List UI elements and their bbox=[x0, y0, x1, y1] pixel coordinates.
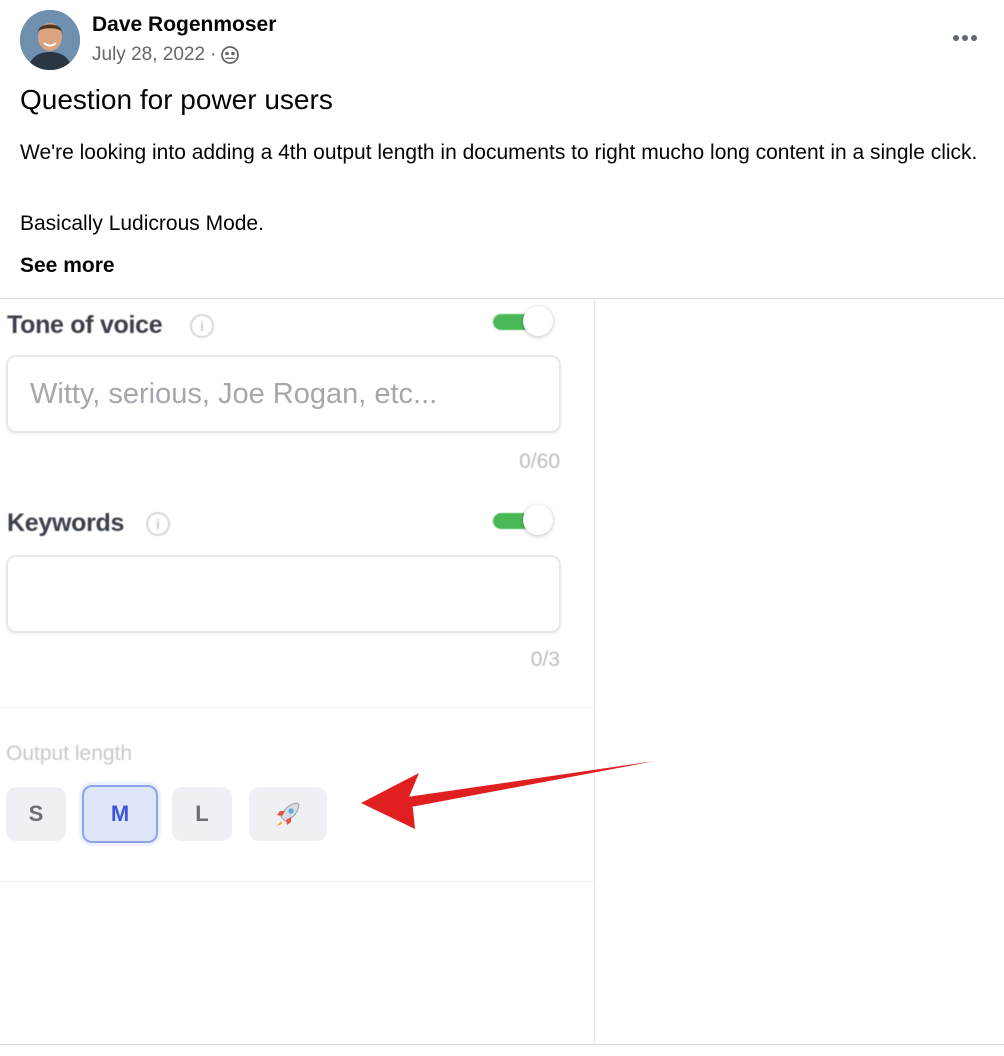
post-meta: July 28, 2022 · bbox=[92, 44, 240, 66]
keywords-label: Keywords bbox=[7, 509, 125, 537]
more-options-icon[interactable] bbox=[940, 24, 990, 52]
settings-panel: Tone of voice i 0/60 Keywords i 0/3 Outp… bbox=[0, 299, 595, 1044]
group-icon bbox=[221, 46, 240, 64]
keywords-toggle[interactable] bbox=[493, 503, 555, 537]
rocket-icon bbox=[277, 802, 300, 826]
see-more-link[interactable]: See more bbox=[20, 251, 115, 281]
output-length-label: Output length bbox=[6, 742, 133, 765]
tone-of-voice-input[interactable] bbox=[6, 355, 561, 433]
post-date[interactable]: July 28, 2022 bbox=[92, 44, 205, 66]
info-icon[interactable]: i bbox=[190, 314, 214, 338]
author-name[interactable]: Dave Rogenmoser bbox=[92, 13, 276, 37]
section-divider bbox=[0, 707, 595, 708]
length-rocket-button[interactable] bbox=[249, 787, 327, 841]
author-avatar[interactable] bbox=[20, 10, 80, 70]
tone-toggle[interactable] bbox=[493, 304, 555, 338]
length-l-button[interactable]: L bbox=[172, 787, 232, 841]
tone-of-voice-label: Tone of voice bbox=[7, 311, 163, 339]
meta-separator: · bbox=[210, 44, 217, 65]
length-m-button[interactable]: M bbox=[82, 785, 158, 843]
post-image[interactable]: Tone of voice i 0/60 Keywords i 0/3 Outp… bbox=[0, 298, 1004, 1045]
keywords-counter: 0/3 bbox=[530, 648, 560, 671]
red-arrow-icon bbox=[361, 761, 655, 829]
post-title: Question for power users bbox=[20, 84, 333, 115]
section-divider bbox=[0, 881, 595, 882]
post-paragraph-2: Basically Ludicrous Mode. bbox=[20, 212, 264, 235]
info-icon[interactable]: i bbox=[146, 512, 170, 536]
tone-char-counter: 0/60 bbox=[519, 450, 560, 473]
post-paragraph-1: We're looking into adding a 4th output l… bbox=[20, 141, 978, 164]
length-s-button[interactable]: S bbox=[6, 787, 66, 841]
keywords-input[interactable] bbox=[6, 555, 561, 633]
